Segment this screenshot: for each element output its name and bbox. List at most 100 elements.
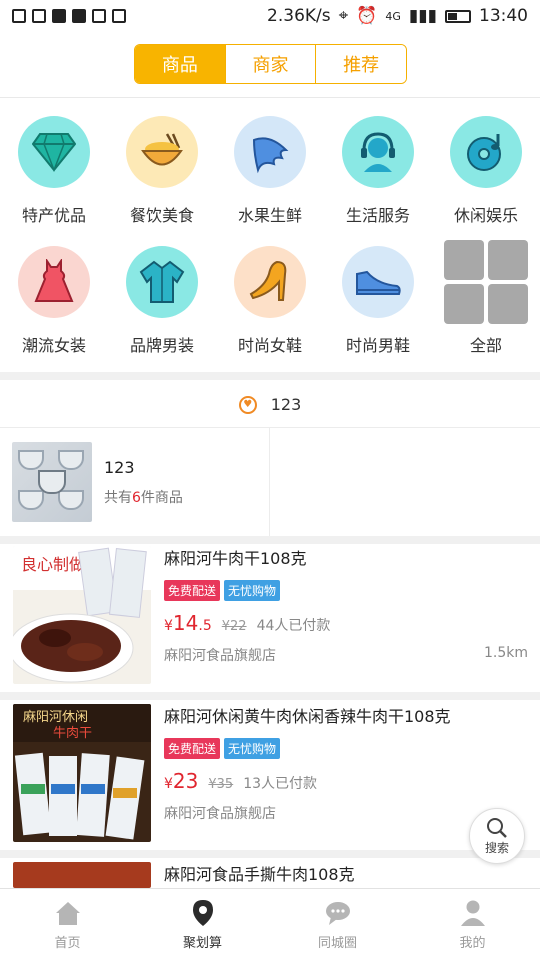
featured-collection-card[interactable]: 123 共有6件商品	[0, 428, 270, 536]
section-title: 123	[270, 395, 302, 414]
nav-label: 同城圈	[317, 936, 357, 951]
shoe-icon	[342, 246, 414, 318]
category-service[interactable]: 生活服务	[324, 108, 432, 238]
category-label: 特产优品	[21, 206, 86, 225]
apps-icon	[92, 9, 106, 23]
section-header: ♥ 123	[0, 382, 540, 428]
nav-label: 首页	[54, 936, 81, 951]
high-heel-icon	[234, 246, 306, 318]
list-divider	[0, 692, 540, 700]
nav-city-circle[interactable]: 同城圈	[270, 889, 405, 960]
grid-icon	[444, 240, 528, 324]
collection-count: 共有6件商品	[104, 489, 183, 506]
tab-merchants[interactable]: 商家	[225, 45, 317, 83]
category-label: 潮流女装	[21, 336, 86, 355]
featured-row: 123 共有6件商品	[0, 428, 540, 536]
svg-text:牛肉干: 牛肉干	[53, 726, 92, 741]
chat-bubble-icon	[325, 902, 350, 925]
category-label: 品牌男装	[129, 336, 194, 355]
home-icon	[55, 902, 80, 925]
category-men-shoes[interactable]: 时尚男鞋	[324, 238, 432, 368]
network-type: 4G	[385, 9, 401, 23]
category-label: 生活服务	[345, 206, 410, 225]
list-divider	[0, 850, 540, 858]
top-tabs: 商品 商家 推荐	[134, 44, 407, 84]
tab-goods[interactable]: 商品	[135, 45, 226, 83]
category-label: 时尚女鞋	[237, 336, 302, 355]
product-title: 麻阳河休闲黄牛肉休闲香辣牛肉干108克	[164, 707, 451, 726]
nav-home[interactable]: 首页	[0, 889, 135, 960]
product-title: 麻阳河食品手撕牛肉108克	[164, 865, 355, 884]
category-fresh[interactable]: 水果生鲜	[216, 108, 324, 238]
category-all[interactable]: 全部	[432, 238, 540, 368]
category-label: 全部	[469, 336, 502, 355]
nav-label: 我的	[459, 936, 486, 951]
image-icon	[52, 9, 66, 23]
header-divider	[0, 97, 540, 98]
original-price: ¥35	[208, 777, 234, 792]
product-card[interactable]: 麻阳河休闲 牛肉干 麻阳河休闲黄牛肉休闲香辣牛肉干108克 免费配送 无忧购物 …	[0, 704, 540, 854]
food-bowl-icon	[126, 116, 198, 188]
original-price: ¥22	[221, 619, 247, 634]
product-card[interactable]: 良心制做 麻阳河牛肉干108克 免费配送 无忧购物 ¥14.5 ¥22 44人已…	[0, 546, 540, 696]
category-women-shoes[interactable]: 时尚女鞋	[216, 238, 324, 368]
music-disc-icon	[450, 116, 522, 188]
bottom-nav: 首页 聚划算 同城圈 我的	[0, 888, 540, 960]
search-icon	[487, 817, 507, 838]
worry-free-tag: 无忧购物	[224, 738, 281, 759]
search-label: 搜索	[484, 840, 509, 855]
product-image	[13, 862, 151, 888]
category-specialty[interactable]: 特产优品	[0, 108, 108, 238]
free-delivery-tag: 免费配送	[164, 580, 221, 601]
free-delivery-tag: 免费配送	[164, 738, 221, 759]
more-icon	[112, 9, 126, 23]
signal-icon: ▮▮▮	[408, 6, 437, 26]
category-leisure[interactable]: 休闲娱乐	[432, 108, 540, 238]
nav-label: 聚划算	[182, 936, 222, 951]
product-card[interactable]: 麻阳河食品手撕牛肉108克	[0, 862, 540, 888]
product-price: ¥14.5	[164, 611, 212, 635]
shop-name: 麻阳河食品旗舰店	[164, 806, 276, 822]
category-label: 餐饮美食	[129, 206, 194, 225]
user-icon	[460, 900, 485, 926]
shirt-icon	[126, 246, 198, 318]
sold-count: 13人已付款	[243, 776, 318, 792]
nav-me[interactable]: 我的	[405, 889, 540, 960]
product-image: 良心制做	[13, 546, 151, 684]
diamond-icon	[18, 116, 90, 188]
network-speed: 2.36K/s	[267, 6, 331, 26]
status-bar: 2.36K/s ⌖ ⏰ 4G ▮▮▮ 13:40	[0, 0, 540, 32]
category-women-fashion[interactable]: 潮流女装	[0, 238, 108, 368]
trash-icon	[32, 9, 46, 23]
location-icon: ⌖	[338, 6, 349, 26]
product-image: 麻阳河休闲 牛肉干	[13, 704, 151, 842]
nav-deals[interactable]: 聚划算	[135, 889, 270, 960]
svg-text:良心制做: 良心制做	[21, 555, 85, 574]
notification-icons	[12, 9, 126, 23]
shop-name: 麻阳河食品旗舰店	[164, 648, 276, 664]
product-price: ¥23	[164, 769, 199, 793]
clock: 13:40	[479, 6, 528, 26]
collection-name: 123	[104, 457, 135, 477]
product-title: 麻阳河牛肉干108克	[164, 549, 307, 568]
category-grid: 特产优品 餐饮美食 水果生鲜 生活服务 休闲娱乐 潮流女装 品牌男装 时尚女鞋 …	[0, 108, 540, 368]
category-label: 时尚男鞋	[345, 336, 410, 355]
wing-icon	[234, 116, 306, 188]
floating-search-button[interactable]: 搜索	[469, 808, 525, 864]
category-men-brand[interactable]: 品牌男装	[108, 238, 216, 368]
distance: 1.5km	[483, 645, 528, 661]
warning-icon	[72, 9, 86, 23]
heart-icon: ♥	[238, 395, 257, 414]
alarm-icon: ⏰	[356, 6, 378, 26]
category-label: 水果生鲜	[237, 206, 302, 225]
category-food[interactable]: 餐饮美食	[108, 108, 216, 238]
tab-recommend[interactable]: 推荐	[316, 45, 406, 83]
location-pin-icon	[192, 900, 213, 926]
sim-icon	[12, 9, 26, 23]
svg-text:麻阳河休闲: 麻阳河休闲	[23, 710, 88, 725]
sold-count: 44人已付款	[256, 618, 331, 634]
headset-icon	[342, 116, 414, 188]
worry-free-tag: 无忧购物	[224, 580, 281, 601]
section-divider	[0, 536, 540, 544]
battery-icon	[445, 9, 471, 23]
